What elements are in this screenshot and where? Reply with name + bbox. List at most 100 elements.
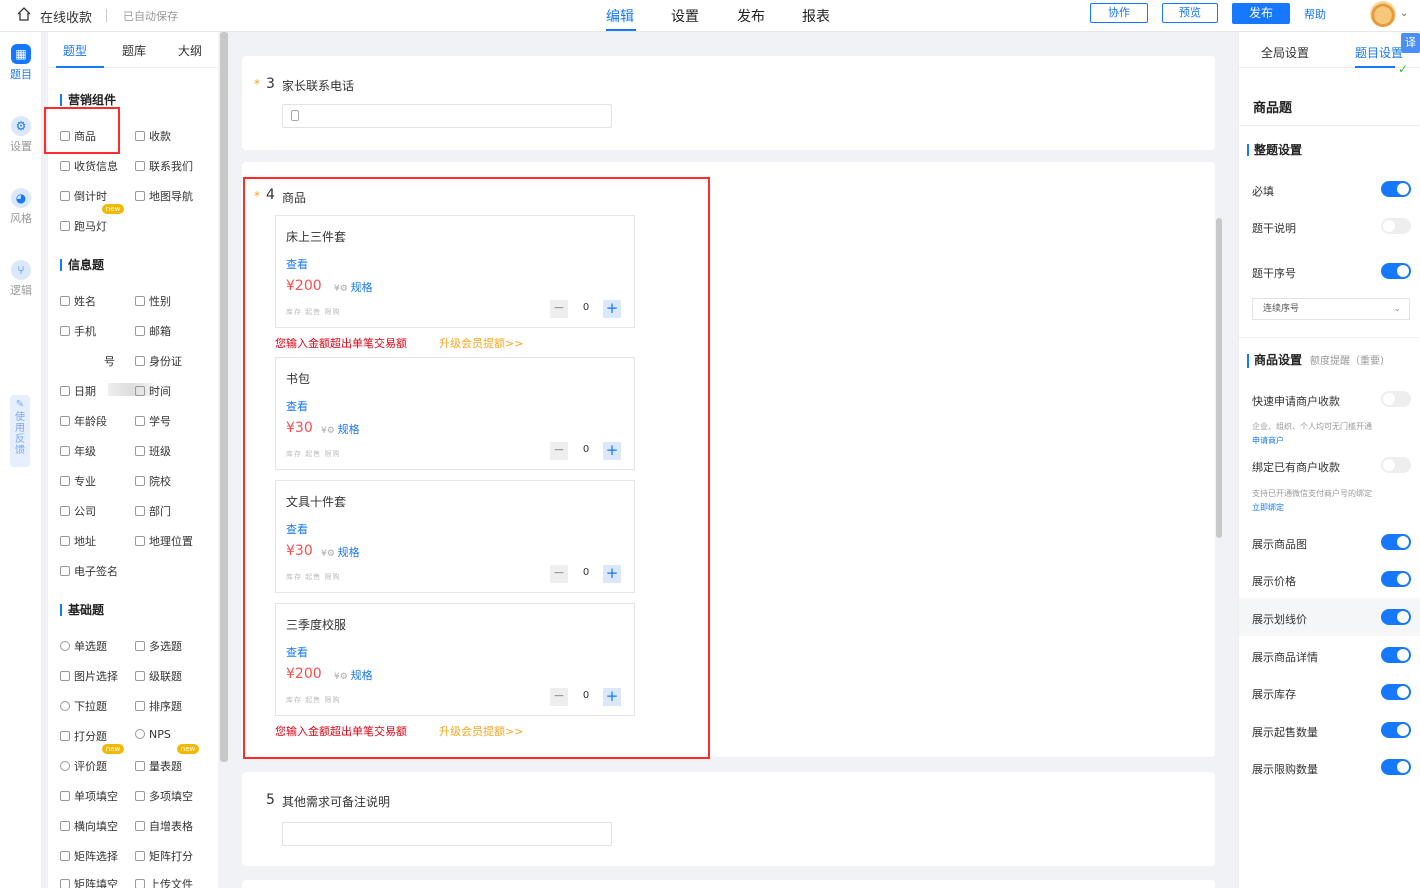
- palette-item-signature[interactable]: 电子签名: [60, 563, 118, 579]
- palette-item-major[interactable]: 专业: [60, 473, 96, 489]
- palette-item-single-fill[interactable]: 单项填空: [60, 788, 118, 804]
- notes-input[interactable]: [282, 822, 612, 846]
- palette-item-image-choice[interactable]: 图片选择: [60, 668, 118, 684]
- palette-item-department[interactable]: 部门: [135, 503, 171, 519]
- collab-button[interactable]: 协作: [1090, 3, 1148, 23]
- palette-item-payment[interactable]: 收款: [135, 128, 171, 144]
- canvas-scrollbar[interactable]: [1216, 218, 1222, 538]
- rail-item-style[interactable]: ◕ 风格: [0, 188, 42, 226]
- radio-icon: [60, 641, 70, 651]
- palette-item-label: 下拉题: [74, 700, 107, 713]
- palette-scrollbar[interactable]: [220, 32, 228, 762]
- palette-item-inline-fill[interactable]: 横向填空: [60, 818, 118, 834]
- palette-item-grade[interactable]: 年级: [60, 443, 96, 459]
- toggle-quick-apply[interactable]: [1381, 391, 1411, 407]
- toggle-show-price[interactable]: [1381, 571, 1411, 587]
- palette-item-mobile[interactable]: 手机: [60, 323, 96, 339]
- toggle-show-strike-price[interactable]: [1381, 609, 1411, 625]
- pen-icon: [60, 566, 70, 576]
- palette-item-gender[interactable]: 性别: [135, 293, 171, 309]
- palette-item-contact[interactable]: 联系我们: [135, 158, 193, 174]
- question-card-phone[interactable]: * 3 家长联系电话: [242, 56, 1215, 150]
- feedback-button[interactable]: ✎ 使用反馈: [10, 395, 30, 467]
- palette-item-label: 级联题: [149, 670, 182, 683]
- toggle-show-min-qty[interactable]: [1381, 722, 1411, 738]
- tab-question-bank[interactable]: 题库: [122, 42, 146, 59]
- palette-item-student-id[interactable]: 学号: [135, 413, 171, 429]
- tab-question-settings[interactable]: 题目设置: [1355, 44, 1403, 61]
- logic-icon: ⑂: [11, 260, 31, 280]
- palette-item-multi-fill[interactable]: 多项填空: [135, 788, 193, 804]
- quota-reminder-link[interactable]: 额度提醒（重要）: [1310, 356, 1390, 367]
- nav-tab-edit[interactable]: 编辑: [606, 6, 634, 26]
- palette-item-matrix-score[interactable]: 矩阵打分: [135, 848, 193, 864]
- apply-merchant-link[interactable]: 申请商户: [1252, 435, 1284, 446]
- avatar[interactable]: [1370, 1, 1396, 27]
- palette-item-label: 地理位置: [149, 535, 193, 548]
- palette-item-countdown[interactable]: 倒计时: [60, 188, 107, 204]
- bind-now-link[interactable]: 立即绑定: [1252, 502, 1284, 513]
- question-card-notes[interactable]: 5 其他需求可备注说明: [242, 772, 1215, 866]
- tab-question-types[interactable]: 题型: [63, 42, 87, 59]
- toggle-stem-desc[interactable]: [1381, 218, 1411, 234]
- toggle-show-stock[interactable]: [1381, 684, 1411, 700]
- nav-tab-publish[interactable]: 发布: [737, 6, 765, 26]
- palette-item-evaluation[interactable]: 评价题: [60, 758, 107, 774]
- help-link[interactable]: 帮助: [1304, 6, 1326, 22]
- palette-item-label: NPS: [149, 728, 171, 741]
- palette-item-school[interactable]: 院校: [135, 473, 171, 489]
- rail-item-logic[interactable]: ⑂ 逻辑: [0, 260, 42, 298]
- numbering-select[interactable]: 连续序号 ⌄: [1252, 298, 1410, 320]
- palette-item-time[interactable]: 时间: [135, 383, 171, 399]
- palette-item-dropdown[interactable]: 下拉题: [60, 698, 107, 714]
- tab-active-indicator: [1355, 66, 1395, 68]
- palette-item-id-card[interactable]: 身份证: [135, 353, 182, 369]
- palette-item-class[interactable]: 班级: [135, 443, 171, 459]
- preview-button[interactable]: 预览: [1162, 3, 1218, 23]
- palette-item-hidden-number[interactable]: 号: [104, 353, 115, 369]
- palette-item-shipping[interactable]: 收货信息: [60, 158, 118, 174]
- palette-item-marquee[interactable]: 跑马灯: [60, 218, 107, 234]
- toggle-stem-number[interactable]: [1381, 263, 1411, 279]
- toggle-show-max-qty[interactable]: [1381, 759, 1411, 775]
- palette-item-matrix-choice[interactable]: 矩阵选择: [60, 848, 118, 864]
- nav-tab-report[interactable]: 报表: [802, 6, 830, 26]
- palette-item-auto-table[interactable]: 自增表格: [135, 818, 193, 834]
- palette-item-cascade[interactable]: 级联题: [135, 668, 182, 684]
- palette-item-company[interactable]: 公司: [60, 503, 96, 519]
- publish-button[interactable]: 发布: [1232, 3, 1290, 24]
- palette-item-label: 多选题: [149, 640, 182, 653]
- palette-item-age-range[interactable]: 年龄段: [60, 413, 107, 429]
- palette-item-address[interactable]: 地址: [60, 533, 96, 549]
- palette-item-multi-choice[interactable]: 多选题: [135, 638, 182, 654]
- palette-item-email[interactable]: 邮箱: [135, 323, 171, 339]
- properties-panel: 全局设置 题目设置 ✓ 商品题 整题设置 必填 题干说明 题干序号 连续序号 ⌄…: [1238, 32, 1420, 888]
- palette-item-name[interactable]: 姓名: [60, 293, 96, 309]
- rail-item-settings[interactable]: ⚙ 设置: [0, 116, 42, 154]
- translate-button[interactable]: 译: [1401, 33, 1420, 53]
- palette-item-date[interactable]: 日期: [60, 383, 96, 399]
- palette-item-upload[interactable]: 上传文件: [135, 876, 193, 888]
- chevron-down-icon[interactable]: ⌄: [1400, 8, 1408, 19]
- next-question-card[interactable]: [242, 880, 1215, 888]
- palette-item-sort[interactable]: 排序题: [135, 698, 182, 714]
- toggle-required[interactable]: [1381, 181, 1411, 197]
- palette-item-scale[interactable]: 量表题: [135, 758, 182, 774]
- tab-global-settings[interactable]: 全局设置: [1261, 44, 1309, 61]
- palette-item-label: 姓名: [74, 295, 96, 308]
- rail-item-questions[interactable]: ▦ 题目: [0, 44, 42, 82]
- tab-outline[interactable]: 大纲: [178, 42, 202, 59]
- phone-input[interactable]: [282, 104, 612, 128]
- palette-item-matrix-fill[interactable]: 矩阵填空: [60, 876, 118, 888]
- palette-item-nps[interactable]: NPS: [135, 728, 171, 741]
- home-icon[interactable]: [16, 6, 32, 22]
- payment-icon: [135, 131, 145, 141]
- toggle-show-details[interactable]: [1381, 647, 1411, 663]
- nav-tab-settings[interactable]: 设置: [671, 6, 699, 26]
- palette-item-single-choice[interactable]: 单选题: [60, 638, 107, 654]
- toggle-show-image[interactable]: [1381, 534, 1411, 550]
- toggle-bind-merchant[interactable]: [1381, 457, 1411, 473]
- palette-item-geo-location[interactable]: 地理位置: [135, 533, 193, 549]
- palette-item-map-nav[interactable]: 地图导航: [135, 188, 193, 204]
- palette-item-rating[interactable]: 打分题: [60, 728, 107, 744]
